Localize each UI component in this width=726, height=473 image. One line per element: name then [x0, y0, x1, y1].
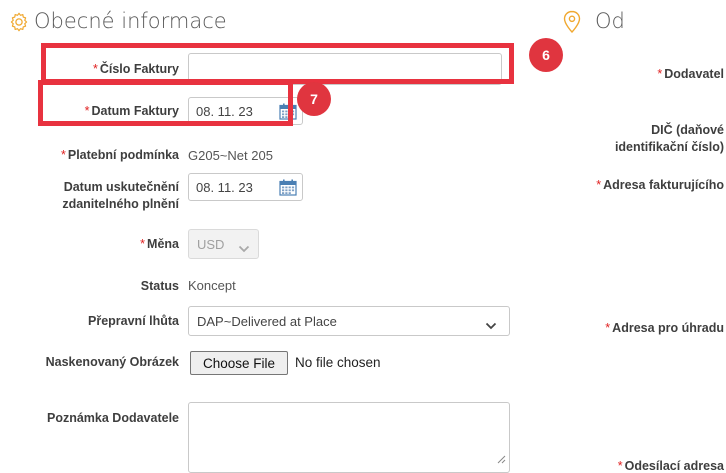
shipping-term-select[interactable]: DAP~Delivered at Place — [188, 306, 510, 336]
ship-from-address-label: * Odesílací adresa — [540, 458, 724, 473]
chevron-down-icon — [485, 318, 497, 330]
tax-date-value: 08. 11. 23 — [196, 179, 253, 195]
supplier-label-text: Dodavatel — [664, 67, 724, 81]
location-pin-icon — [562, 10, 582, 39]
status-value: Koncept — [188, 278, 236, 293]
payment-terms-label-text: Platební podmínka — [67, 148, 179, 162]
general-info-title: Obecné informace — [34, 9, 227, 33]
required-asterisk: * — [140, 237, 146, 251]
annotation-badge-6: 6 — [529, 38, 563, 72]
ship-from-address-label-text: Odesílací adresa — [624, 459, 724, 473]
supplier-note-textarea[interactable] — [188, 402, 510, 473]
remit-address-label: * Adresa pro úhradu — [540, 320, 724, 337]
highlight-box-invoice-number — [41, 43, 514, 84]
tax-id-label-line2: identifikační číslo) — [614, 140, 724, 154]
annotation-badge-7: 7 — [297, 82, 331, 116]
currency-label-text: Měna — [147, 237, 179, 251]
required-asterisk: * — [60, 148, 66, 162]
currency-value: USD — [197, 236, 225, 252]
tax-id-label: DIČ (daňové identifikační číslo) — [560, 122, 724, 156]
from-title: Od — [595, 9, 625, 33]
resize-handle-icon[interactable] — [497, 451, 506, 469]
required-asterisk: * — [605, 321, 611, 335]
billing-address-label: * Adresa fakturujícího — [540, 177, 724, 194]
payment-terms-value: G205~Net 205 — [188, 148, 273, 163]
general-info-header: Obecné informace — [8, 8, 308, 38]
highlight-box-invoice-date — [38, 80, 293, 126]
from-header: Od — [562, 8, 682, 38]
tax-date-label-line2: zdanitelného plnění — [62, 197, 179, 211]
currency-select[interactable]: USD — [188, 229, 259, 259]
tax-id-label-line1: DIČ (daňové — [651, 123, 724, 137]
required-asterisk: * — [617, 459, 623, 473]
calendar-icon[interactable] — [279, 179, 297, 196]
remit-address-label-text: Adresa pro úhradu — [612, 321, 724, 335]
payment-terms-label: * Platební podmínka — [10, 147, 179, 164]
scanned-image-label: Naskenovaný Obrázek — [45, 355, 179, 369]
currency-label: * Měna — [30, 236, 179, 253]
status-label: Status — [140, 279, 179, 293]
tax-date-label-line1: Datum uskutečnění — [63, 180, 179, 194]
supplier-label: * Dodavatel — [560, 66, 724, 83]
shipping-term-value: DAP~Delivered at Place — [197, 313, 337, 329]
required-asterisk: * — [657, 67, 663, 81]
shipping-term-label: Přepravní lhůta — [88, 314, 179, 328]
tax-date-input[interactable]: 08. 11. 23 — [188, 173, 303, 201]
choose-file-button[interactable]: Choose File — [190, 351, 288, 375]
billing-address-label-text: Adresa fakturujícího — [603, 178, 724, 192]
file-status-text: No file chosen — [295, 355, 381, 370]
supplier-note-label: Poznámka Dodavatele — [47, 411, 179, 425]
tax-date-label: Datum uskutečnění zdanitelného plnění — [10, 179, 179, 213]
required-asterisk: * — [596, 178, 602, 192]
gear-icon — [8, 11, 30, 38]
chevron-down-icon — [238, 241, 250, 253]
